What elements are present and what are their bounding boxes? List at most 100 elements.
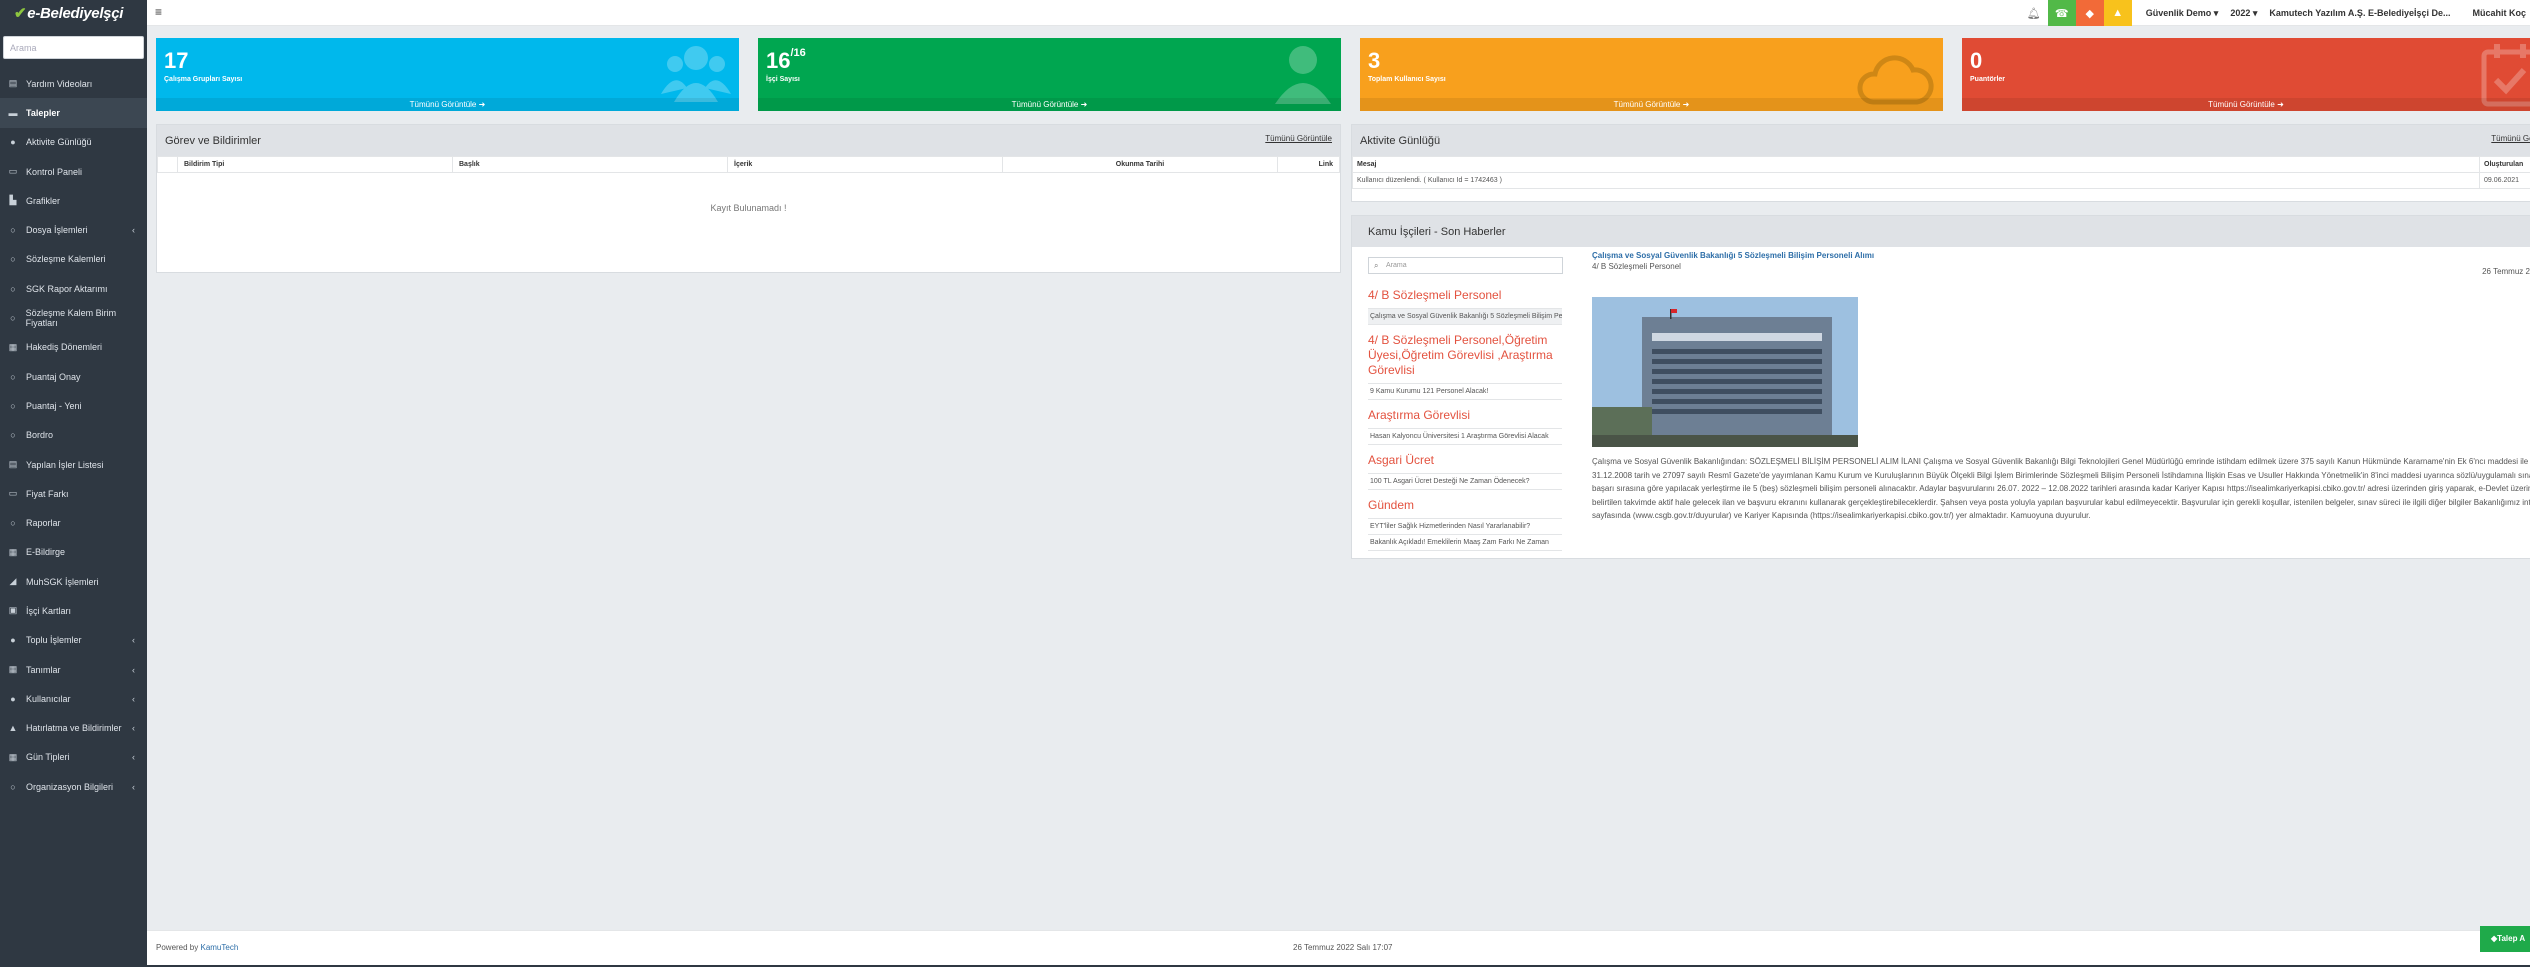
company-name[interactable]: Kamutech Yazılım A.Ş. E-Belediyeİşçi De.… <box>2269 8 2462 18</box>
news-image <box>1592 297 1858 447</box>
sidebar-item[interactable]: ▙ Grafikler <box>0 186 147 215</box>
news-category-title[interactable]: 4/ B Sözleşmeli Personel <box>1368 288 1562 303</box>
sidebar-item[interactable]: ▬ Talepler <box>0 98 147 128</box>
arrow-circle-right-icon: ➜ <box>478 100 486 109</box>
sidebar-item[interactable]: ○ Dosya İşlemleri ‹ <box>0 215 147 244</box>
chevron-left-icon: ‹ <box>132 752 135 763</box>
kamutech-link[interactable]: KamuTech <box>200 943 238 952</box>
sidebar-item-label: Yapılan İşler Listesi <box>26 459 104 470</box>
circle-icon: ○ <box>10 283 16 294</box>
user-name[interactable]: Mücahit Koç <box>2462 8 2530 18</box>
news-list-item[interactable]: EYT'liler Sağlık Hizmetlerinden Nasıl Ya… <box>1368 518 1562 535</box>
news-list-item[interactable]: 100 TL Asgari Ücret Desteği Ne Zaman Öde… <box>1368 473 1562 490</box>
sidebar-item[interactable]: ○ Sözleşme Kalem Birim Fiyatları <box>0 303 147 332</box>
film-icon: ▤ <box>8 78 18 89</box>
tasks-table: Bildirim Tipi Başlık İçerik Okunma Tarih… <box>157 156 1340 173</box>
news-category-title[interactable]: Araştırma Görevlisi <box>1368 408 1562 423</box>
app-logo[interactable]: ✔ e-Belediyelşçi <box>0 0 147 26</box>
sidebar-item[interactable]: ▦ Tanımlar ‹ <box>0 655 147 684</box>
sidebar-item[interactable]: ○ SGK Rapor Aktarımı <box>0 274 147 303</box>
circle-icon: ○ <box>10 781 16 792</box>
sidebar-item-label: Toplu İşlemler <box>26 635 82 646</box>
sidebar-item[interactable]: ○ Bordro <box>0 421 147 450</box>
sidebar-item[interactable]: ○ Puantaj - Yeni <box>0 391 147 420</box>
stat-number: 0 <box>1970 48 1983 73</box>
column-header[interactable]: Bildirim Tipi <box>177 156 453 173</box>
news-detail: Çalışma ve Sosyal Güvenlik Bakanlığı 5 S… <box>1592 247 2530 558</box>
sidebar-item[interactable]: ▣ İşçi Kartları <box>0 596 147 625</box>
sidebar-item[interactable]: ▲ Hatırlatma ve Bildirimler ‹ <box>0 714 147 743</box>
news-list-item[interactable]: Çalışma ve Sosyal Güvenlik Bakanlığı 5 S… <box>1368 308 1562 325</box>
news-list-item[interactable]: Bakanlık Açıkladı! Emeklilerin Maaş Zam … <box>1368 535 1562 551</box>
sidebar-item-label: Yardım Videoları <box>26 78 93 89</box>
column-header[interactable]: İçerik <box>727 156 1003 173</box>
security-dropdown[interactable]: Güvenlik Demo ▾ <box>2132 8 2231 19</box>
column-header[interactable]: Okunma Tarihi <box>1002 156 1278 173</box>
sidebar-item-label: Sözleşme Kalemleri <box>26 254 106 265</box>
users-icon: ● <box>10 693 16 704</box>
notification-bell-icon[interactable]: 🔔︎ <box>2020 7 2048 20</box>
ticket-button[interactable]: ◆ <box>2075 0 2104 26</box>
sidebar-item[interactable]: ● Toplu İşlemler ‹ <box>0 626 147 655</box>
news-list-item[interactable]: Hasan Kalyoncu Üniversitesi 1 Araştırma … <box>1368 428 1562 445</box>
chevron-left-icon: ‹ <box>132 781 135 792</box>
year-dropdown[interactable]: 2022 ▾ <box>2230 8 2269 19</box>
sidebar-item-label: Raporlar <box>26 518 61 529</box>
column-header[interactable]: Oluşturulan <box>2479 156 2530 173</box>
sidebar-search-input[interactable] <box>3 36 144 59</box>
powered-by: Powered by KamuTech <box>156 943 239 952</box>
sidebar-item[interactable]: ▦ E-Bildirge <box>0 538 147 567</box>
news-category-title[interactable]: Asgari Ücret <box>1368 453 1562 468</box>
sidebar-item-label: Hatırlatma ve Bildirimler <box>26 723 122 734</box>
sidebar-item[interactable]: ▤ Yapılan İşler Listesi <box>0 450 147 479</box>
chevron-down-icon: ▾ <box>2213 7 2219 18</box>
news-category-title[interactable]: Gündem <box>1368 498 1562 513</box>
view-all-link[interactable]: Tümünü Görüntüle ➜ <box>156 98 739 111</box>
sidebar-item[interactable]: ◢ MuhSGK İşlemleri <box>0 567 147 596</box>
column-header[interactable] <box>157 156 178 173</box>
hamburger-menu-icon[interactable]: ≡ <box>155 5 162 19</box>
sidebar-item[interactable]: ▤ Yardım Videoları <box>0 69 147 98</box>
news-title[interactable]: Çalışma ve Sosyal Güvenlik Bakanlığı 5 S… <box>1592 251 2530 260</box>
sidebar-item[interactable]: ○ Raporlar <box>0 508 147 537</box>
news-category-title[interactable]: 4/ B Sözleşmeli Personel,Öğretim Üyesi,Ö… <box>1368 333 1562 378</box>
calendar-icon: ▦ <box>8 751 18 762</box>
sidebar-item[interactable]: ▦ Gün Tipleri ‹ <box>0 743 147 772</box>
alert-button[interactable]: ▲ <box>2103 0 2132 26</box>
users-icon: ● <box>10 635 16 646</box>
stat-label: Puantörler <box>1970 76 2006 83</box>
sidebar-item[interactable]: ● Aktivite Günlüğü <box>0 128 147 157</box>
view-all-link[interactable]: Tümünü Görüntüle ➜ <box>1360 98 1943 111</box>
sidebar-item[interactable]: ○ Puantaj Onay <box>0 362 147 391</box>
view-all-link[interactable]: Tümünü Görüntüle <box>2491 134 2530 143</box>
sidebar-item[interactable]: ▭ Fiyat Farkı <box>0 479 147 508</box>
column-header[interactable]: Başlık <box>452 156 728 173</box>
sidebar-item[interactable]: ○ Organizasyon Bilgileri ‹ <box>0 772 147 801</box>
ticket-icon: ▬ <box>8 107 18 118</box>
users-icon <box>661 46 731 102</box>
panel-title: Görev ve Bildirimler <box>165 134 261 147</box>
view-all-link[interactable]: Tümünü Görüntüle ➜ <box>758 98 1341 111</box>
view-all-link[interactable]: Tümünü Görüntüle ➜ <box>1962 98 2530 111</box>
news-list-item[interactable]: 9 Kamu Kurumu 121 Personel Alacak! <box>1368 383 1562 400</box>
activity-date: 09.06.2021 <box>2479 172 2530 189</box>
stat-label: Toplam Kullanıcı Sayısı <box>1368 76 1446 83</box>
news-panel: Kamu İşçileri - Son Haberler ⌕ Arama 4/ … <box>1351 215 2530 559</box>
sidebar-item[interactable]: ○ Sözleşme Kalemleri <box>0 245 147 274</box>
phone-button[interactable]: ☎ <box>2047 0 2076 26</box>
sidebar-item-label: Dosya İşlemleri <box>26 225 88 236</box>
ticket-icon: ◆ <box>2085 7 2094 20</box>
sidebar-item-label: İşçi Kartları <box>26 605 72 616</box>
sidebar-item[interactable]: ▭ Kontrol Paneli <box>0 157 147 186</box>
sidebar-item[interactable]: ● Kullanıcılar ‹ <box>0 684 147 713</box>
news-categories: ⌕ Arama 4/ B Sözleşmeli Personel Çalışma … <box>1352 247 1572 558</box>
stat-card-isci-sayisi: 16/16 İşçi Sayısı Tümünü Görüntüle ➜ <box>758 38 1341 111</box>
view-all-link[interactable]: Tümünü Görüntüle <box>1265 134 1332 143</box>
activity-panel: Aktivite Günlüğü Tümünü Görüntüle Mesaj … <box>1351 124 2530 202</box>
circle-icon: ○ <box>10 371 16 382</box>
news-search-input[interactable]: ⌕ Arama <box>1368 257 1563 274</box>
column-header[interactable]: Mesaj <box>1352 156 2480 173</box>
talep-button[interactable]: ◆Talep A <box>2480 926 2530 952</box>
sidebar-item[interactable]: ▦ Hakediş Dönemleri <box>0 333 147 362</box>
column-header[interactable]: Link <box>1277 156 1340 173</box>
